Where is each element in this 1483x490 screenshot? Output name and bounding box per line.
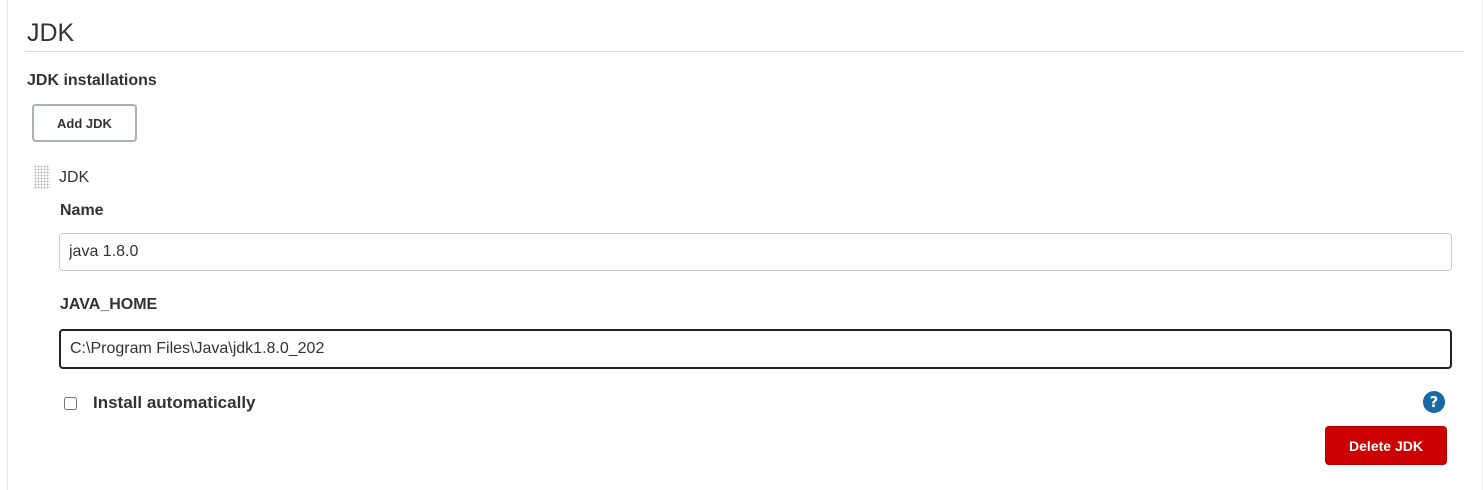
section-divider [25, 51, 1464, 52]
name-label: Name [60, 202, 104, 219]
section-title: JDK [27, 19, 75, 47]
delete-jdk-button[interactable]: Delete JDK [1325, 426, 1447, 465]
install-automatically-label[interactable]: Install automatically [93, 391, 256, 415]
add-jdk-button[interactable]: Add JDK [32, 104, 137, 142]
install-automatically-checkbox[interactable] [64, 396, 77, 410]
java-home-label: JAVA_HOME [60, 296, 158, 313]
left-border [7, 0, 8, 490]
jdk-installations-label: JDK installations [27, 72, 157, 89]
jdk-config-page: JDK JDK installations Add JDK JDK Name J… [0, 0, 1483, 490]
name-input[interactable] [59, 233, 1452, 271]
drag-handle-icon[interactable] [34, 165, 50, 189]
java-home-input[interactable] [59, 329, 1452, 369]
question-mark-icon[interactable]: ? [1423, 391, 1445, 413]
install-automatically-row: Install automatically [64, 391, 256, 415]
jdk-entry-title: JDK [59, 169, 90, 186]
